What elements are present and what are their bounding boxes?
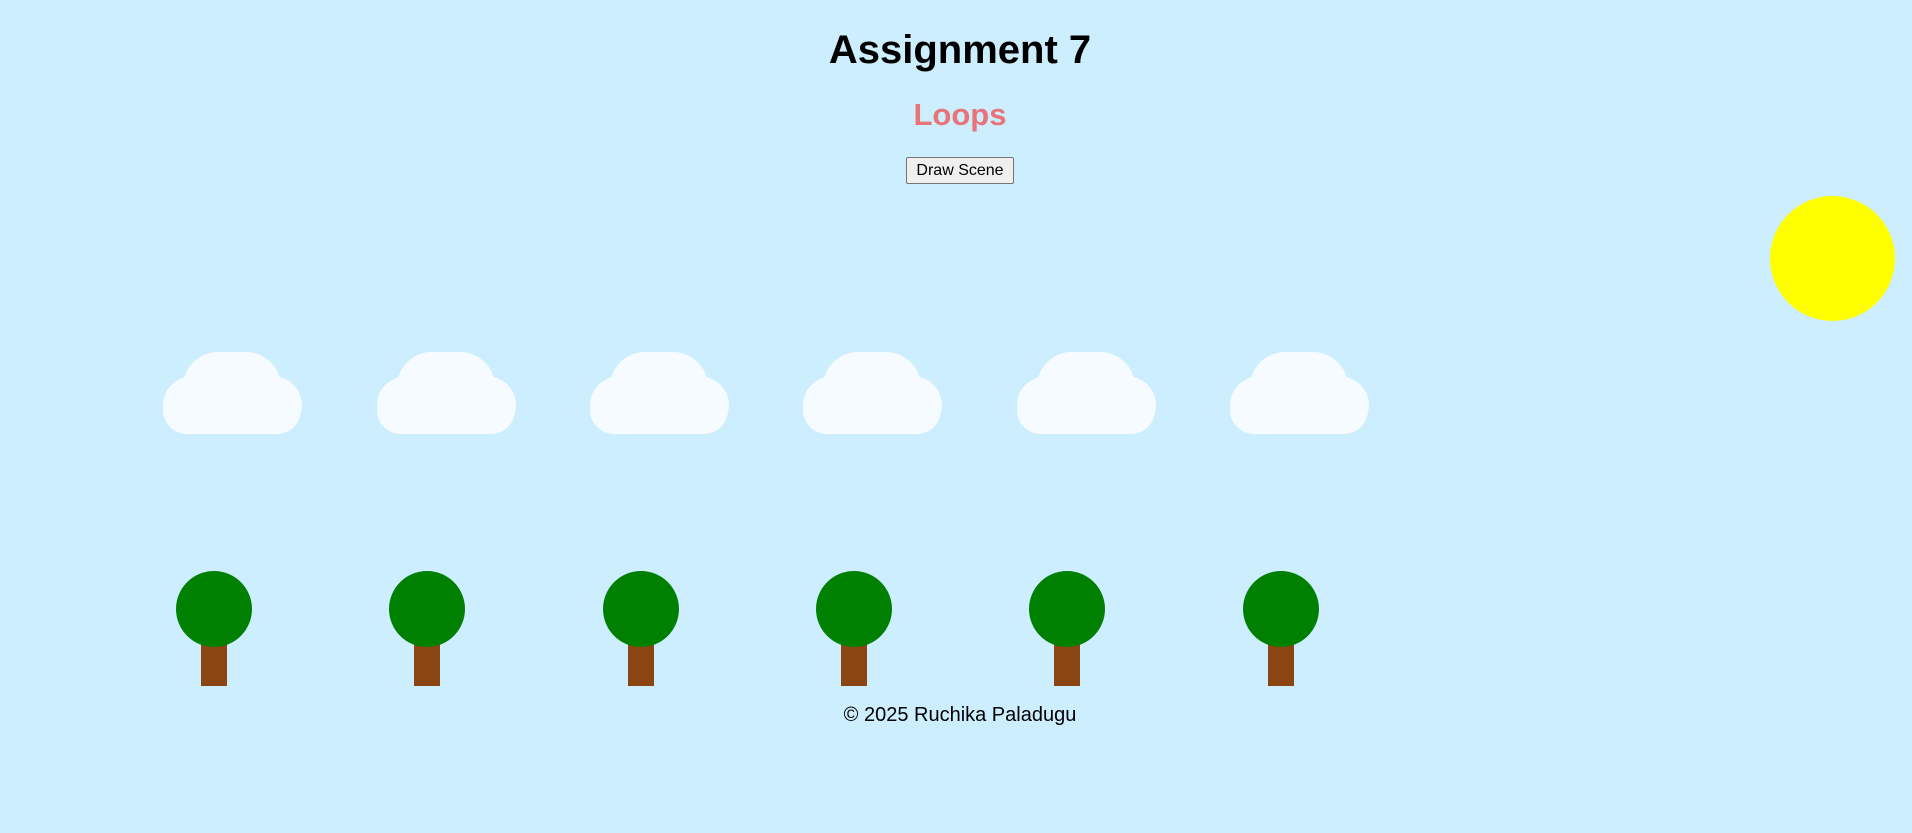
cloud [803,352,943,437]
tree [816,571,892,686]
tree-crown [1029,571,1105,647]
tree [389,571,465,686]
page: Assignment 7 Loops Draw Scene © 2025 Ruc… [0,0,1912,833]
tree [1243,571,1319,686]
cloud [163,352,303,437]
tree-crown [816,571,892,647]
cloud [1017,352,1157,437]
cloud [377,352,517,437]
tree [176,571,252,686]
tree-crown [1243,571,1319,647]
tree-crown [603,571,679,647]
footer-copyright: © 2025 Ruchika Paladugu [843,704,1077,726]
tree [1029,571,1105,686]
tree [603,571,679,686]
page-title: Assignment 7 [828,28,1092,72]
tree-crown [389,571,465,647]
cloud [590,352,730,437]
button-container: Draw Scene [0,157,1912,184]
tree-crown [176,571,252,647]
page-subtitle: Loops [913,97,1007,132]
sun [1770,196,1895,321]
cloud [1230,352,1370,437]
draw-scene-button[interactable]: Draw Scene [906,157,1014,184]
